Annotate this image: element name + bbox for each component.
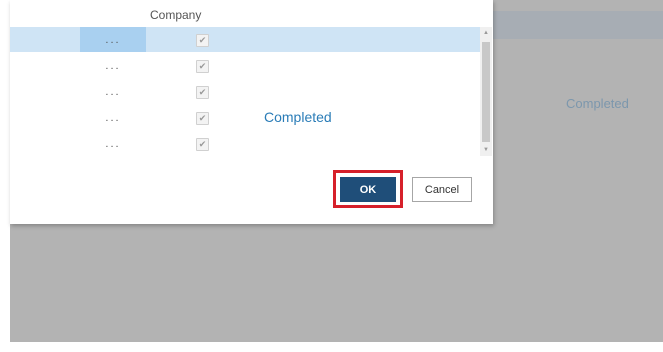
scroll-thumb[interactable] xyxy=(482,42,490,142)
ok-button[interactable]: OK xyxy=(340,177,396,202)
scroll-up-icon[interactable]: ▲ xyxy=(480,27,492,39)
table-row[interactable]: ... ✔ Completed xyxy=(10,105,480,130)
background-status-text: Completed xyxy=(566,96,629,111)
row-menu-button[interactable]: ... xyxy=(80,105,146,130)
vertical-scrollbar[interactable]: ▲ ▼ xyxy=(480,27,492,156)
table-row[interactable]: ... ✔ xyxy=(10,131,480,156)
company-checkbox[interactable]: ✔ xyxy=(196,34,209,47)
row-menu-button[interactable]: ... xyxy=(80,79,146,104)
row-menu-button[interactable]: ... xyxy=(80,27,146,52)
status-text: Completed xyxy=(264,109,332,125)
company-checkbox[interactable]: ✔ xyxy=(196,86,209,99)
dialog: Company ... ✔ ... ✔ ... ✔ ... ✔ Complete… xyxy=(10,0,493,224)
column-header-company: Company xyxy=(150,8,202,22)
company-checkbox[interactable]: ✔ xyxy=(196,60,209,73)
background-header-bar xyxy=(490,11,663,39)
row-menu-button[interactable]: ... xyxy=(80,53,146,78)
company-checkbox[interactable]: ✔ xyxy=(196,112,209,125)
table-row[interactable]: ... ✔ xyxy=(10,53,480,78)
cancel-button[interactable]: Cancel xyxy=(412,177,472,202)
table-row[interactable]: ... ✔ xyxy=(10,79,480,104)
company-checkbox[interactable]: ✔ xyxy=(196,138,209,151)
row-menu-button[interactable]: ... xyxy=(80,131,146,156)
table-row[interactable]: ... ✔ xyxy=(10,27,480,52)
dialog-grid: ... ✔ ... ✔ ... ✔ ... ✔ Completed ... ✔ xyxy=(10,27,480,156)
scroll-down-icon[interactable]: ▼ xyxy=(480,144,492,156)
